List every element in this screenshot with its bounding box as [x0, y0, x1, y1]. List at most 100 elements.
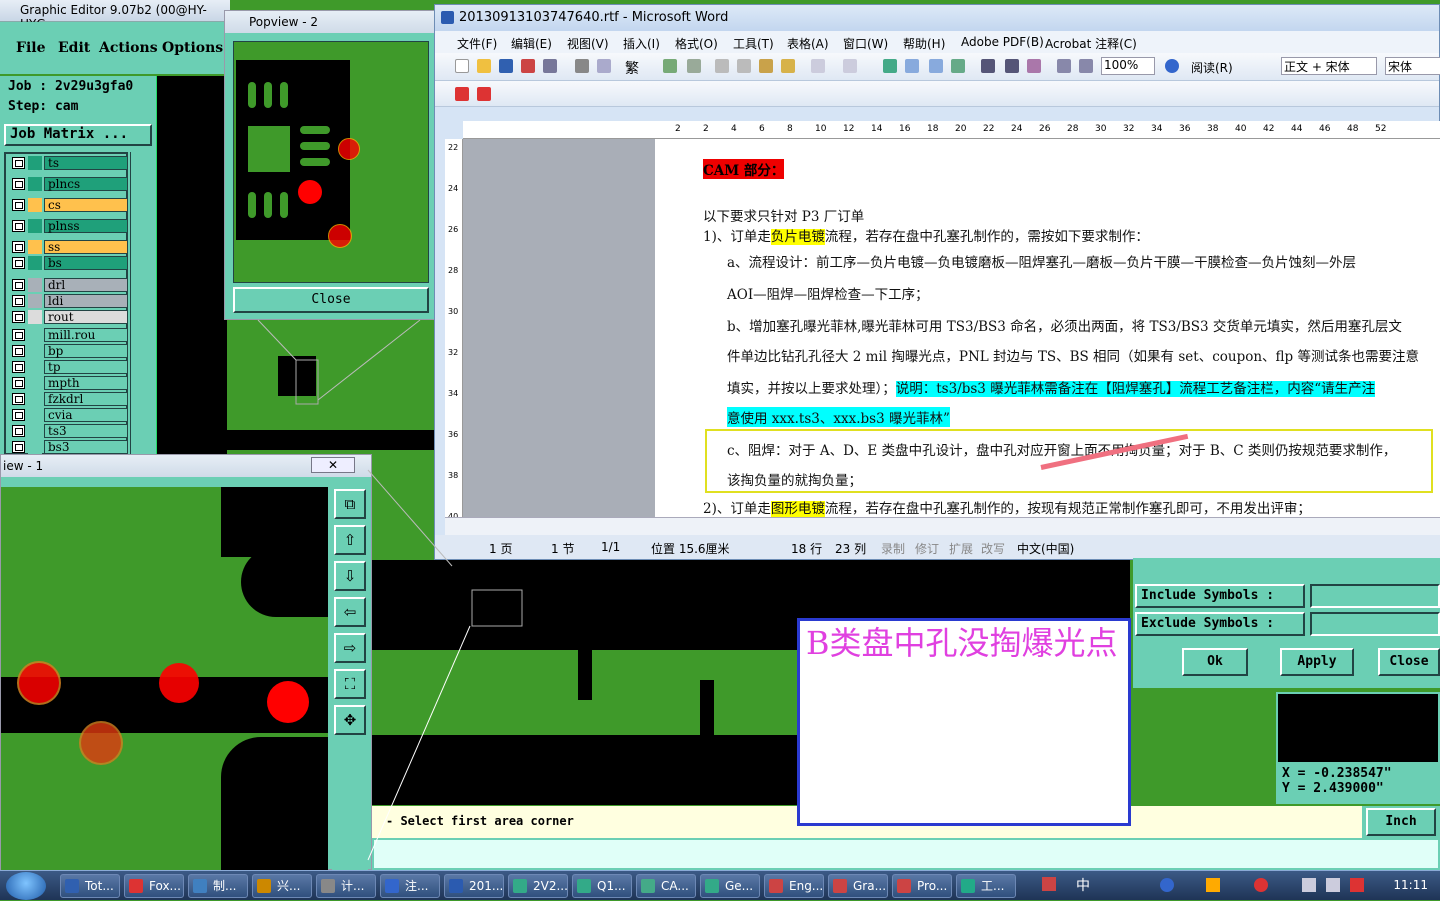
vertical-ruler[interactable]: 22242628303234363840: [445, 139, 463, 521]
columns-icon[interactable]: [981, 59, 995, 73]
apply-button[interactable]: Apply: [1280, 648, 1354, 676]
taskbar-item[interactable]: Eng...: [764, 874, 824, 898]
research-icon[interactable]: [663, 59, 677, 73]
insert-table-icon[interactable]: [929, 59, 943, 73]
menu-file[interactable]: File: [16, 40, 45, 56]
volume-tray-icon[interactable]: [1326, 878, 1340, 892]
layer-row[interactable]: ts: [8, 156, 128, 170]
taskbar-item[interactable]: 2V2...: [508, 874, 568, 898]
layer-row[interactable]: bs3: [8, 440, 128, 454]
paste-icon[interactable]: [759, 59, 773, 73]
word-menu-item[interactable]: 编辑(E): [511, 35, 552, 52]
word-horizontal-scrollbar[interactable]: [445, 517, 1440, 535]
format-painter-icon[interactable]: [781, 59, 795, 73]
layer-row[interactable]: bs: [8, 256, 128, 270]
taskbar-item[interactable]: 201...: [444, 874, 504, 898]
layer-checkbox[interactable]: [12, 441, 25, 453]
layer-row[interactable]: cs: [8, 198, 128, 212]
layer-row[interactable]: rout: [8, 310, 128, 324]
popview-close-button[interactable]: Close: [233, 287, 429, 313]
layer-row[interactable]: plnss: [8, 219, 128, 233]
layer-row[interactable]: mpth: [8, 376, 128, 390]
undo-icon[interactable]: [811, 59, 825, 73]
zoom-select[interactable]: 100%: [1101, 57, 1155, 75]
word-titlebar[interactable]: 20130913103747640.rtf - Microsoft Word: [435, 5, 1439, 31]
layer-checkbox[interactable]: [12, 311, 25, 323]
taskbar-item[interactable]: 工...: [956, 874, 1016, 898]
help-icon[interactable]: [1165, 59, 1179, 73]
start-button[interactable]: [6, 872, 46, 900]
word-menu-item[interactable]: Adobe PDF(B): [961, 35, 1044, 49]
graphic-editor-titlebar[interactable]: Graphic Editor 9.07b2 (00@HY-HYG: [0, 0, 230, 31]
popview-titlebar[interactable]: Popview - 2: [225, 11, 435, 33]
spelling-icon[interactable]: [597, 59, 611, 73]
layer-row[interactable]: plncs: [8, 177, 128, 191]
layer-checkbox[interactable]: [12, 157, 25, 169]
layer-row[interactable]: fzkdrl: [8, 392, 128, 406]
word-menu-item[interactable]: 插入(I): [623, 35, 660, 52]
menu-edit[interactable]: Edit: [58, 40, 90, 56]
layer-checkbox[interactable]: [12, 409, 25, 421]
taskbar-item[interactable]: Pro...: [892, 874, 952, 898]
pan-down-icon[interactable]: ⇩: [334, 561, 366, 591]
layer-checkbox[interactable]: [12, 345, 25, 357]
permission-icon[interactable]: [521, 59, 535, 73]
layer-checkbox[interactable]: [12, 393, 25, 405]
flag-tray-icon[interactable]: [1350, 878, 1364, 892]
layer-checkbox[interactable]: [12, 295, 25, 307]
folder-tray-icon[interactable]: [1206, 878, 1220, 892]
command-input[interactable]: [372, 838, 1440, 870]
word-menu-item[interactable]: 工具(T): [733, 35, 774, 52]
taskbar-item[interactable]: 计...: [316, 874, 376, 898]
layer-checkbox[interactable]: [12, 220, 25, 232]
layer-row[interactable]: bp: [8, 344, 128, 358]
layer-checkbox[interactable]: [12, 241, 25, 253]
word-menu-item[interactable]: 帮助(H): [903, 35, 945, 52]
layer-row[interactable]: ts3: [8, 424, 128, 438]
read-mode-button[interactable]: 阅读(R): [1191, 59, 1233, 76]
layer-checkbox[interactable]: [12, 361, 25, 373]
exclude-symbols-input[interactable]: [1310, 612, 1440, 636]
pdf-email-icon[interactable]: [477, 87, 491, 101]
redo-icon[interactable]: [843, 59, 857, 73]
menu-actions[interactable]: Actions: [99, 40, 158, 56]
word-menu-item[interactable]: 文件(F): [457, 35, 497, 52]
pan-right-icon[interactable]: ⇨: [334, 633, 366, 663]
unit-select[interactable]: Inch: [1366, 808, 1436, 836]
network-tray-icon[interactable]: [1302, 878, 1316, 892]
layer-checkbox[interactable]: [12, 377, 25, 389]
view1-canvas[interactable]: [1, 487, 328, 871]
style-select[interactable]: 正文 + 宋体: [1281, 57, 1377, 75]
menu-options[interactable]: Options: [162, 40, 223, 56]
horizontal-ruler[interactable]: 2 2 4 6 8 10 12 14 16 18 20 22 24 26 28 30 32 34 36 38 40 42 4…: [463, 121, 1440, 139]
layer-checkbox[interactable]: [12, 425, 25, 437]
job-matrix-button[interactable]: Job Matrix ...: [4, 124, 152, 146]
layer-row[interactable]: cvia: [8, 408, 128, 422]
layer-row[interactable]: tp: [8, 360, 128, 374]
view1-titlebar[interactable]: iew - 1 ✕: [1, 455, 371, 477]
insert-excel-icon[interactable]: [951, 59, 965, 73]
tables-borders-icon[interactable]: [905, 59, 919, 73]
taskbar-item[interactable]: Gra...: [828, 874, 888, 898]
word-menu-item[interactable]: 表格(A): [787, 35, 829, 52]
drawing-icon[interactable]: [1005, 59, 1019, 73]
print-icon[interactable]: [543, 59, 557, 73]
layer-row[interactable]: mill.rou: [8, 328, 128, 342]
taskbar-item[interactable]: CA...: [636, 874, 696, 898]
pdf-convert-icon[interactable]: [455, 87, 469, 101]
copy-icon[interactable]: [737, 59, 751, 73]
layer-checkbox[interactable]: [12, 329, 25, 341]
doc-map-icon[interactable]: [1027, 59, 1041, 73]
taskbar-item[interactable]: 兴...: [252, 874, 312, 898]
word-menu-item[interactable]: 格式(O): [675, 35, 718, 52]
layer-row[interactable]: ss: [8, 240, 128, 254]
word-menu-item[interactable]: 窗口(W): [843, 35, 888, 52]
zoom-window-icon[interactable]: ⧉: [334, 489, 366, 519]
pan-left-icon[interactable]: ⇦: [334, 597, 366, 627]
layer-checkbox[interactable]: [12, 279, 25, 291]
clock[interactable]: 11:11: [1393, 878, 1428, 892]
taskbar-item[interactable]: Q1...: [572, 874, 632, 898]
layer-row[interactable]: ldi: [8, 294, 128, 308]
paragraph-mark-icon[interactable]: [1079, 59, 1093, 73]
app-tray-icon[interactable]: [1254, 878, 1268, 892]
